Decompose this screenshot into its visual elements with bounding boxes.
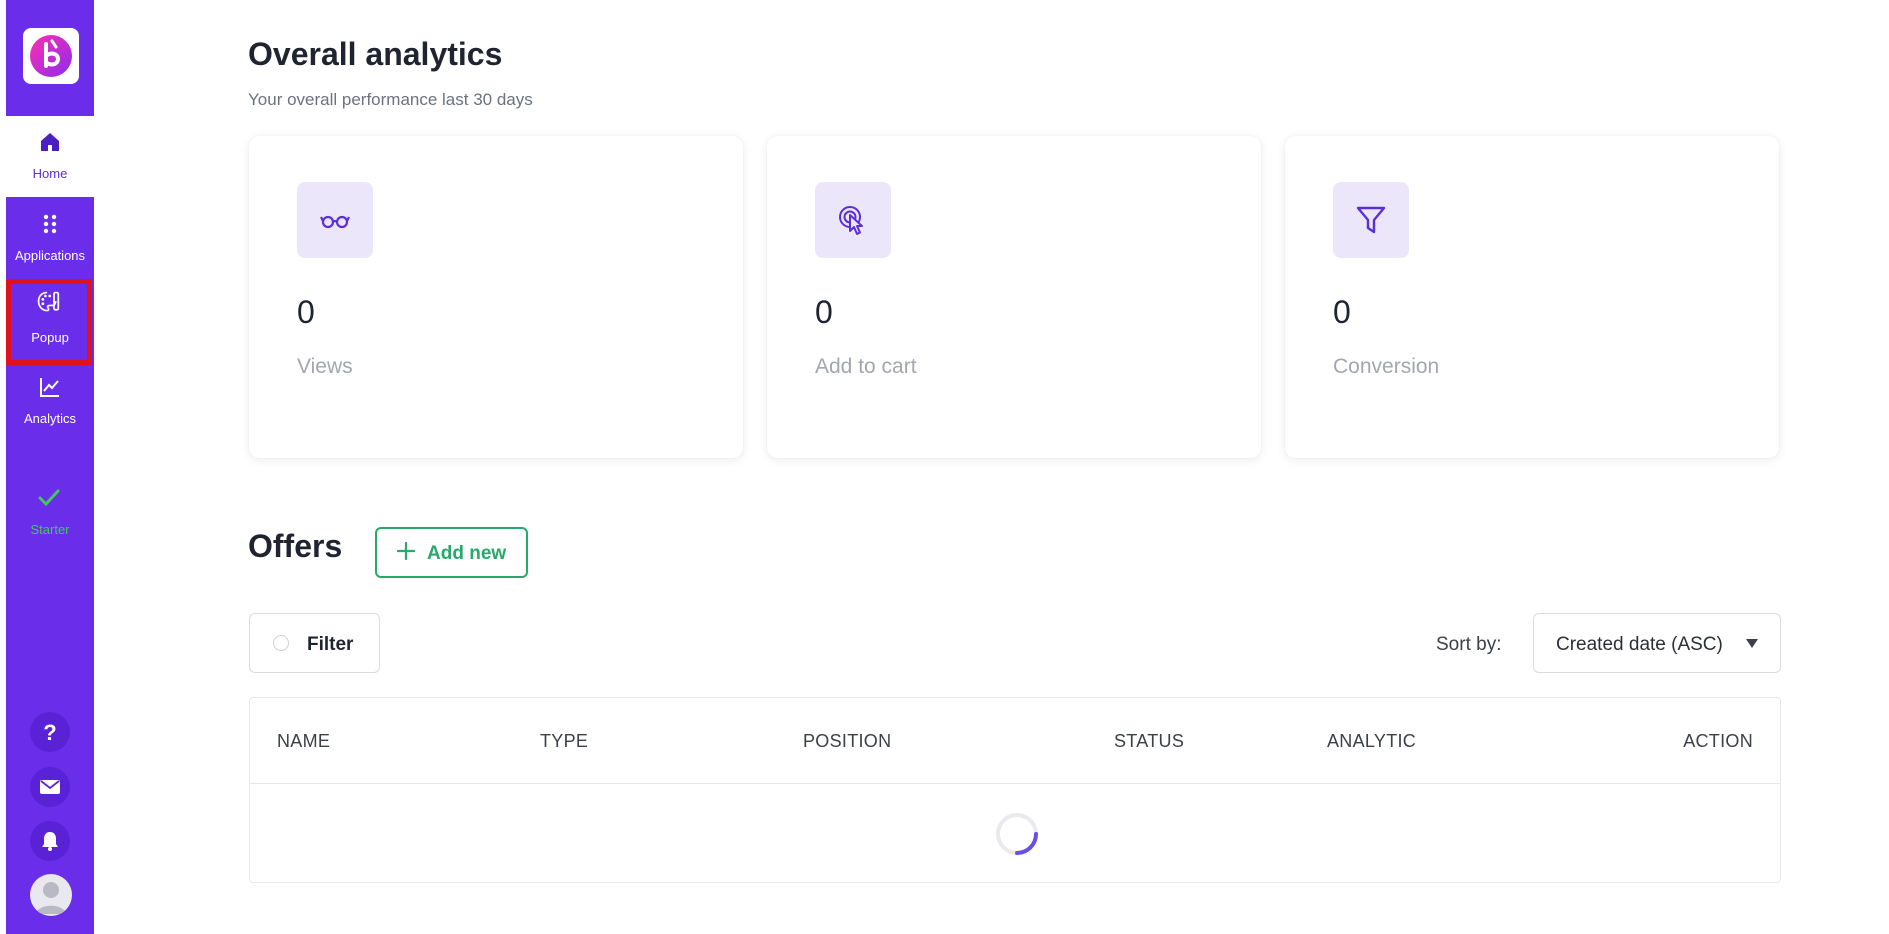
column-header-position: POSITION	[803, 731, 892, 751]
column-header-type: TYPE	[540, 731, 589, 751]
avatar[interactable]	[30, 874, 72, 916]
sidebar-item-applications[interactable]: Applications	[6, 198, 94, 278]
loading-spinner-icon	[996, 813, 1038, 855]
page-subtitle: Your overall performance last 30 days	[248, 90, 533, 109]
stat-card-add-to-cart: 0 Add to cart	[767, 136, 1261, 458]
filter-radio-icon	[273, 635, 289, 651]
column-header-action: ACTION	[1683, 731, 1753, 751]
svg-text:?: ?	[43, 720, 56, 744]
caret-down-icon	[1746, 639, 1758, 648]
sidebar-item-label: Popup	[31, 330, 69, 345]
stat-label: Conversion	[1333, 355, 1440, 378]
sidebar: Home Applications Popup Analytics Starte…	[6, 0, 94, 934]
user-icon	[36, 882, 66, 914]
stat-value: 0	[1333, 294, 1351, 330]
table-header: NAME TYPE POSITION STATUS ANALYTIC ACTIO…	[250, 698, 1780, 784]
stat-value: 0	[815, 294, 833, 330]
mail-icon	[40, 780, 60, 794]
question-icon: ?	[43, 720, 56, 744]
stat-icon-box	[297, 182, 373, 258]
check-icon	[38, 489, 60, 507]
stat-card-conversion: 0 Conversion	[1285, 136, 1779, 458]
plus-icon	[396, 541, 416, 561]
sort-select[interactable]: Created date (ASC)	[1533, 613, 1781, 673]
funnel-icon	[1356, 206, 1386, 234]
sidebar-item-label: Analytics	[23, 411, 77, 426]
stat-card-views: 0 Views	[249, 136, 743, 458]
filter-button[interactable]: Filter	[249, 613, 380, 673]
stat-value: 0	[297, 294, 315, 330]
stat-label: Add to cart	[815, 355, 917, 378]
pointer-click-icon	[839, 206, 863, 235]
page-title: Overall analytics	[248, 36, 503, 72]
sort-by-label: Sort by:	[1436, 634, 1502, 655]
sidebar-item-analytics[interactable]: Analytics	[6, 361, 94, 441]
filter-label: Filter	[307, 634, 354, 655]
column-header-status: STATUS	[1114, 731, 1185, 751]
bell-icon	[42, 832, 58, 851]
stat-icon-box	[1333, 182, 1409, 258]
logo-area	[6, 0, 94, 116]
app-logo[interactable]	[23, 28, 79, 84]
plan-label: Starter	[30, 522, 70, 537]
sidebar-item-label: Home	[32, 166, 68, 181]
add-new-button[interactable]: Add new	[375, 527, 528, 578]
help-button[interactable]: ?	[30, 712, 70, 752]
sidebar-item-popup[interactable]: Popup	[6, 280, 94, 360]
mail-button[interactable]	[30, 767, 70, 807]
sort-select-value: Created date (ASC)	[1556, 634, 1723, 655]
plan-badge: Starter	[6, 472, 94, 552]
palette-icon	[37, 291, 60, 312]
home-icon	[41, 133, 59, 151]
column-header-name: NAME	[277, 731, 331, 751]
offers-title: Offers	[248, 528, 343, 564]
chart-line-icon	[40, 378, 59, 397]
stat-label: Views	[297, 355, 353, 378]
stat-icon-box	[815, 182, 891, 258]
sidebar-item-label: Applications	[14, 248, 86, 263]
glasses-icon	[320, 215, 350, 229]
offers-table: NAME TYPE POSITION STATUS ANALYTIC ACTIO…	[249, 697, 1781, 883]
column-header-analytic: ANALYTIC	[1327, 731, 1417, 751]
grid-dots-icon	[43, 214, 57, 234]
sidebar-item-home[interactable]: Home	[6, 116, 94, 197]
add-new-label: Add new	[427, 543, 507, 564]
notifications-button[interactable]	[30, 821, 70, 861]
